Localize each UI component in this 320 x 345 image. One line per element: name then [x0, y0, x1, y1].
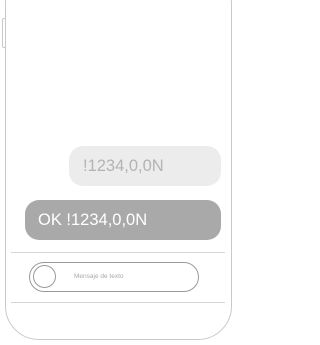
message-input-placeholder: Mensaje de texto — [74, 273, 124, 280]
compose-divider — [11, 252, 225, 253]
circle-icon[interactable] — [33, 265, 56, 288]
messages-screen: !1234,0,0N OK !1234,0,0N Mensaje de text… — [11, 0, 225, 335]
bottom-bar — [11, 303, 225, 335]
message-input[interactable]: Mensaje de texto — [29, 262, 199, 292]
message-bubble-received: OK !1234,0,0N — [25, 200, 221, 240]
message-bubble-sent: !1234,0,0N — [69, 146, 221, 186]
